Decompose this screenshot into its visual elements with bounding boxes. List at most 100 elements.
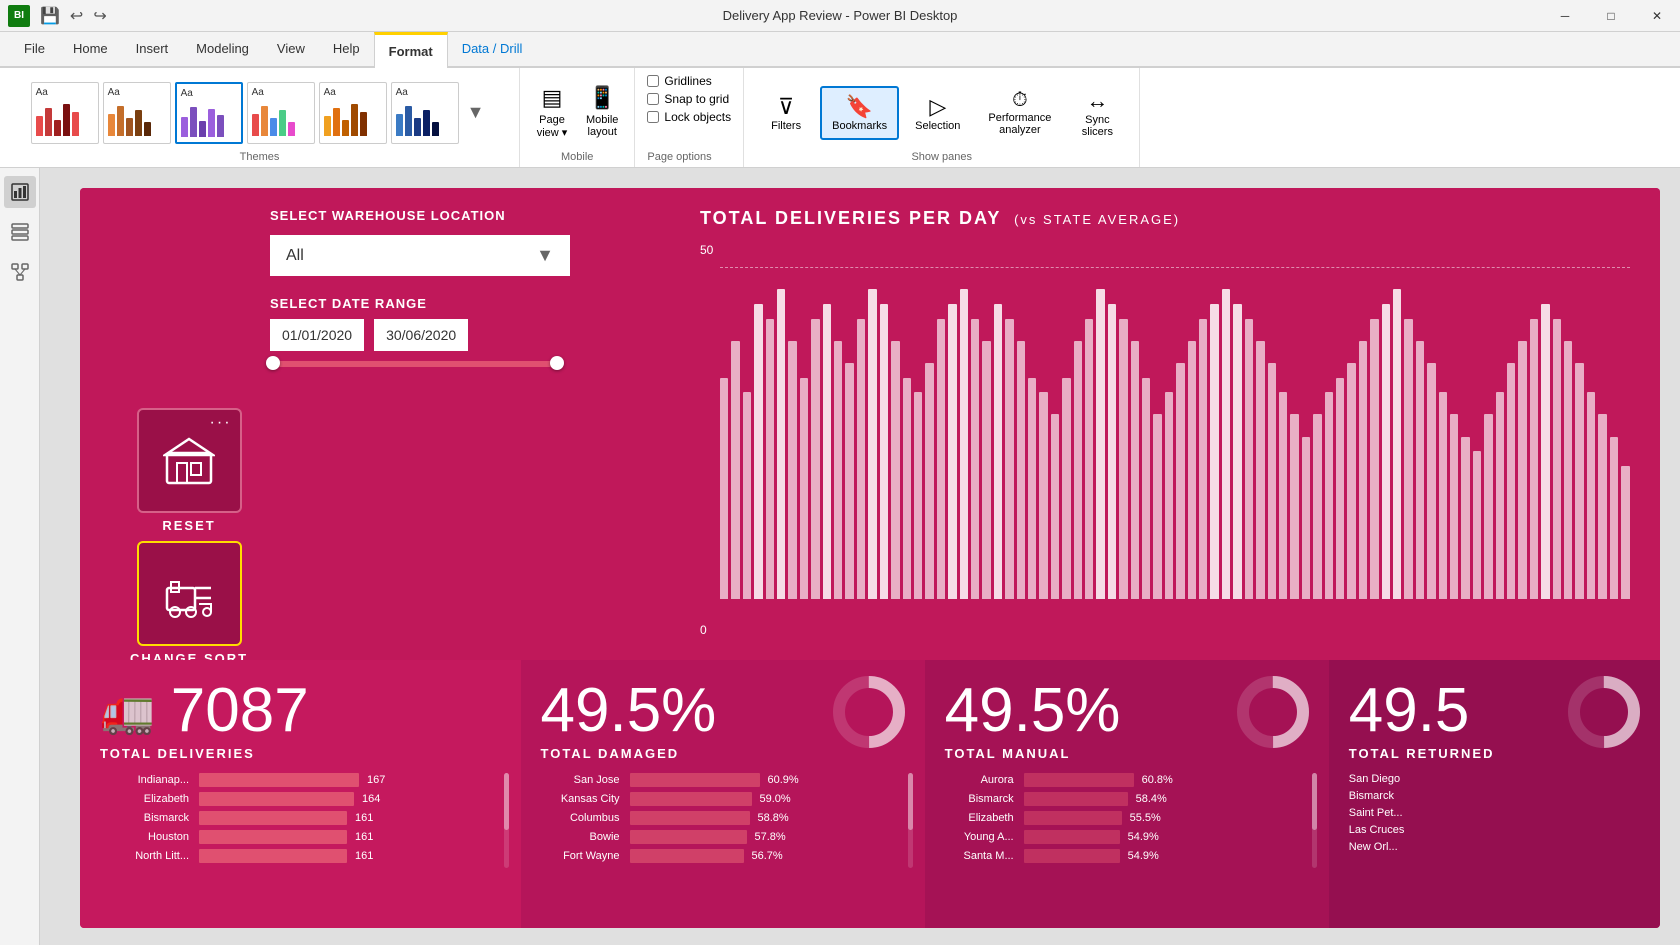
chart-bar-61	[1416, 341, 1424, 599]
tab-file[interactable]: File	[10, 30, 59, 66]
mobile-layout-label: Mobilelayout	[586, 114, 618, 138]
page-options-label: Page options	[647, 151, 711, 167]
sidebar-model-icon[interactable]	[4, 256, 36, 288]
donut-arc-returned	[1564, 672, 1644, 752]
chart-bar-56	[1359, 341, 1367, 599]
stat-total-deliveries: 🚛 7087 TOTAL DELIVERIES Indianap... 167 …	[80, 660, 521, 928]
chart-bar-6	[788, 341, 796, 599]
tab-data-drill[interactable]: Data / Drill	[448, 30, 537, 66]
save-icon[interactable]: 💾	[36, 4, 64, 28]
chart-bar-60	[1404, 319, 1412, 599]
selection-button[interactable]: ▷ Selection	[903, 86, 972, 140]
city-bar-3	[199, 811, 347, 825]
change-sort-button[interactable]	[137, 541, 242, 646]
chart-bar-23	[982, 341, 990, 599]
chart-bar-22	[971, 319, 979, 599]
chart-bar-76	[1587, 392, 1595, 599]
theme-5[interactable]: Aa	[319, 82, 387, 144]
theme-6[interactable]: Aa	[391, 82, 459, 144]
scrollbar-thumb[interactable]	[504, 773, 509, 830]
reset-button[interactable]: ···	[137, 408, 242, 513]
three-dots-icon[interactable]: ···	[210, 414, 232, 432]
bottom-stats: 🚛 7087 TOTAL DELIVERIES Indianap... 167 …	[80, 660, 1660, 928]
chart-bar-15	[891, 341, 899, 599]
chart-bar-66	[1473, 451, 1481, 599]
sidebar-data-icon[interactable]	[4, 216, 36, 248]
chart-bar-36	[1131, 341, 1139, 599]
theme-2[interactable]: Aa	[103, 82, 171, 144]
chart-bar-53	[1325, 392, 1333, 599]
sidebar-report-icon[interactable]	[4, 176, 36, 208]
icon-buttons-group: ··· RESET	[130, 408, 248, 666]
chart-bar-72	[1541, 304, 1549, 599]
themes-gallery-arrow[interactable]: ▼	[463, 102, 489, 123]
city-val-5: 161	[355, 850, 373, 862]
slider-thumb-left[interactable]	[266, 356, 280, 370]
chart-bar-31	[1074, 341, 1082, 599]
chart-bars	[700, 239, 1630, 599]
damaged-city-3: Columbus	[541, 812, 626, 824]
mobile-layout-button[interactable]: 📱 Mobilelayout	[578, 81, 626, 142]
date-start[interactable]: 01/01/2020	[270, 319, 364, 351]
maximize-button[interactable]: □	[1588, 0, 1634, 32]
city-list-item-4: Houston 161	[100, 830, 501, 844]
filters-button[interactable]: ⊽ Filters	[756, 86, 816, 140]
performance-icon: ⏱	[1012, 89, 1028, 112]
theme-4[interactable]: Aa	[247, 82, 315, 144]
gridlines-input[interactable]	[647, 75, 659, 87]
date-slider[interactable]	[270, 361, 560, 367]
stat-total-damaged: 49.5% TOTAL DAMAGED San Jose 60.9% Kansa…	[521, 660, 925, 928]
tab-home[interactable]: Home	[59, 30, 122, 66]
chart-bar-63	[1439, 392, 1447, 599]
chart-bar-49	[1279, 392, 1287, 599]
chart-bar-9	[823, 304, 831, 599]
chart-bar-21	[960, 289, 968, 599]
tab-help[interactable]: Help	[319, 30, 374, 66]
date-end[interactable]: 30/06/2020	[374, 319, 468, 351]
close-button[interactable]: ✕	[1634, 0, 1680, 32]
chart-bar-17	[914, 392, 922, 599]
chart-bar-57	[1370, 319, 1378, 599]
chart-bar-27	[1028, 378, 1036, 599]
dropdown-arrow-icon: ▼	[536, 245, 554, 266]
city-list-scrollbar[interactable]	[504, 773, 509, 868]
chart-bar-28	[1039, 392, 1047, 599]
city-list-item-3: Bismarck 161	[100, 811, 501, 825]
slider-thumb-right[interactable]	[550, 356, 564, 370]
redo-icon[interactable]: ↪	[89, 4, 110, 28]
donut-arc-damaged	[829, 672, 909, 752]
themes-section: Aa Aa Aa	[0, 68, 520, 167]
chart-bar-10	[834, 341, 842, 599]
warehouse-dropdown[interactable]: All ▼	[270, 235, 570, 276]
manual-scrollbar[interactable]	[1312, 773, 1317, 868]
lock-objects-input[interactable]	[647, 111, 659, 123]
theme-1[interactable]: Aa	[31, 82, 99, 144]
chart-bar-16	[903, 378, 911, 599]
chart-bar-12	[857, 319, 865, 599]
snap-to-grid-checkbox[interactable]: Snap to grid	[647, 92, 731, 106]
damaged-scrollbar[interactable]	[908, 773, 913, 868]
change-sort-icon	[163, 568, 215, 620]
undo-icon[interactable]: ↩	[66, 4, 87, 28]
gridlines-checkbox[interactable]: Gridlines	[647, 74, 731, 88]
minimize-button[interactable]: ─	[1542, 0, 1588, 32]
sync-slicers-button[interactable]: ↔ Syncslicers	[1067, 80, 1127, 146]
canvas: ··· RESET	[40, 168, 1680, 945]
city-bar-2	[199, 792, 354, 806]
tab-format[interactable]: Format	[374, 32, 448, 68]
tab-view[interactable]: View	[263, 30, 319, 66]
theme-3[interactable]: Aa	[175, 82, 243, 144]
chart-bar-3	[754, 304, 762, 599]
snap-to-grid-input[interactable]	[647, 93, 659, 105]
date-range-section: SELECT DATE RANGE 01/01/2020 30/06/2020	[270, 296, 650, 367]
reset-warehouse-icon	[163, 435, 215, 487]
tab-insert[interactable]: Insert	[122, 30, 183, 66]
total-deliveries-label: TOTAL DELIVERIES	[100, 746, 501, 761]
chart-bar-67	[1484, 414, 1492, 599]
bookmarks-button[interactable]: 🔖 Bookmarks	[820, 86, 899, 140]
page-options-section: Gridlines Snap to grid Lock objects Page…	[635, 68, 744, 167]
page-view-button[interactable]: ▤ Pageview ▾	[528, 81, 576, 143]
performance-analyzer-button[interactable]: ⏱ Performanceanalyzer	[976, 81, 1063, 144]
tab-modeling[interactable]: Modeling	[182, 30, 263, 66]
lock-objects-checkbox[interactable]: Lock objects	[647, 110, 731, 124]
